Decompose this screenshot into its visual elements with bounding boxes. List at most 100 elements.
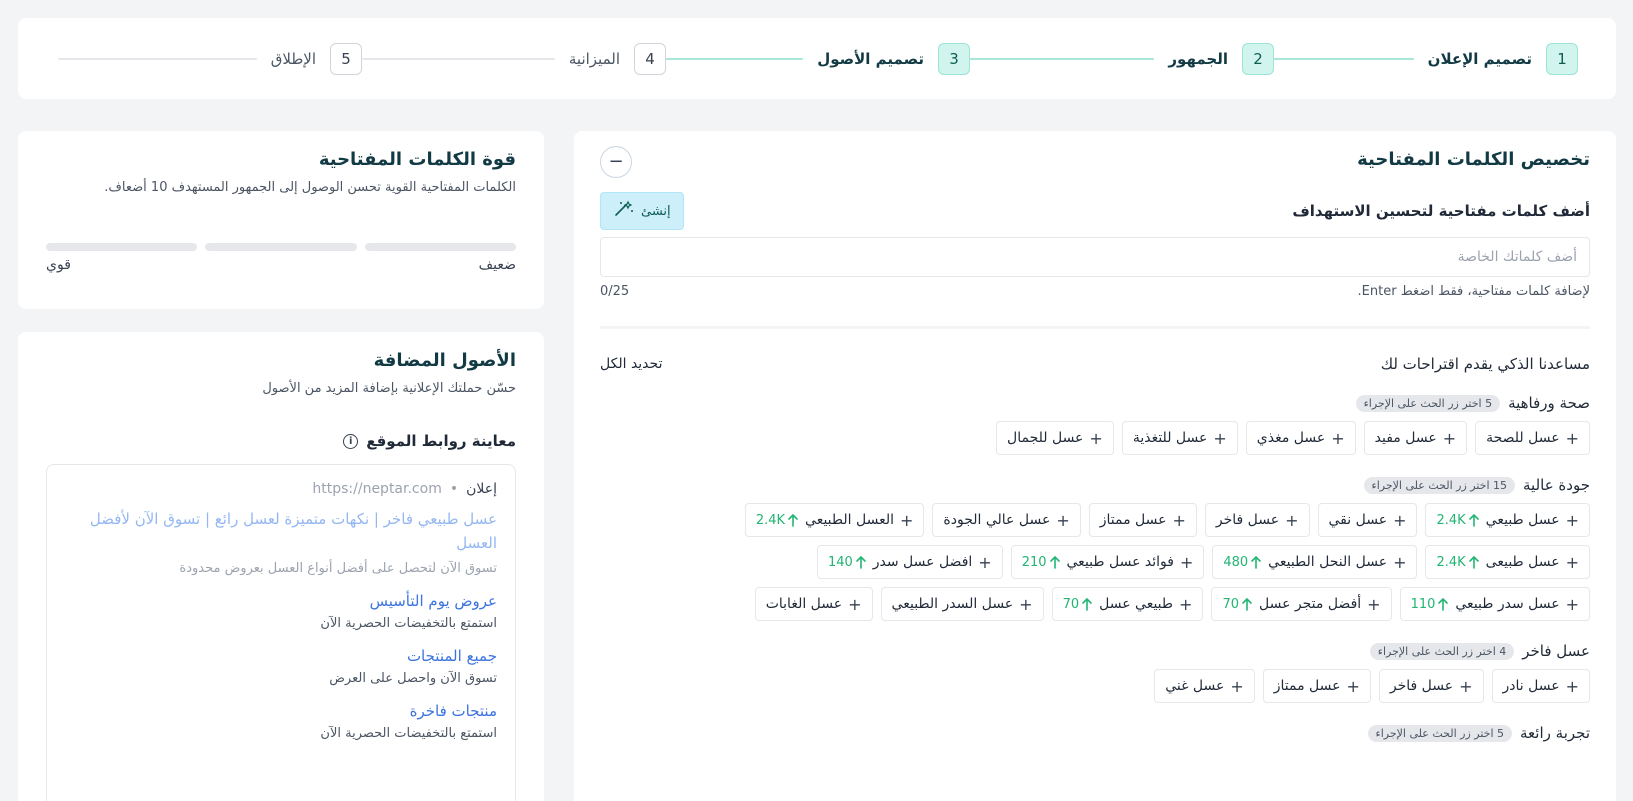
keyword-chip[interactable]: + العسل الطبيعي 2.4K — [744, 503, 925, 537]
keyword-chip[interactable]: + فوائد عسل طبيعي 210 — [1010, 545, 1205, 579]
sitelink-title[interactable]: عروض يوم التأسيس — [65, 592, 497, 610]
chip-list: + عسل للصحة + عسل مفيد + عسل مغذي + عسل … — [720, 421, 1590, 455]
trend-indicator: 210 — [1022, 555, 1061, 570]
group-name: جودة عالية — [1523, 476, 1590, 494]
create-button-label: إنشئ — [641, 203, 671, 219]
keyword-strength-card: قوة الكلمات المفتاحية الكلمات المفتاحية … — [18, 131, 544, 309]
keyword-chip[interactable]: + عسل ممتاز — [1088, 503, 1197, 537]
suggestion-group: صحة ورفاهية 5 اختر زر الحث على الإجراء +… — [600, 394, 1590, 455]
keyword-chip[interactable]: + عسل النحل الطبيعي 480 — [1212, 545, 1418, 579]
ad-url: https://neptar.com — [312, 481, 442, 497]
keyword-chip[interactable]: + عسل للصحة — [1475, 421, 1590, 455]
stepper: 1 تصميم الإعلان 2 الجمهور 3 تصميم الأصول… — [18, 18, 1616, 99]
chip-label: عسل النحل الطبيعي — [1268, 554, 1388, 570]
keyword-chip[interactable]: + عسل سدر طبيعي 110 — [1399, 587, 1590, 621]
sitelink-title[interactable]: جميع المنتجات — [65, 647, 497, 665]
chip-label: عسل نادر — [1502, 678, 1560, 694]
keyword-chip[interactable]: + عسل نادر — [1491, 669, 1590, 703]
trend-indicator: 70 — [1063, 597, 1094, 612]
strength-segment — [46, 243, 198, 251]
keyword-chip[interactable]: + عسل طبيعى 2.4K — [1425, 545, 1590, 579]
chip-list: + عسل طبيعي 2.4K + عسل نقي + عسل فاخر + … — [720, 503, 1590, 621]
keywords-hint: لإضافة كلمات مفتاحية، فقط اضغط Enter. — [1357, 284, 1590, 299]
keyword-chip[interactable]: + عسل ممتاز — [1262, 669, 1371, 703]
ai-create-button[interactable]: إنشئ — [600, 192, 684, 230]
ad-description: تسوق الآن لتحصل على أفضل أنواع العسل بعر… — [179, 561, 497, 576]
step-connector — [666, 57, 804, 60]
keyword-chip[interactable]: + عسل مفيد — [1363, 421, 1468, 455]
info-icon[interactable]: i — [343, 433, 359, 449]
step-label: تصميم الإعلان — [1427, 49, 1532, 68]
trend-value: 2.4K — [1436, 512, 1466, 528]
ad-tag: إعلان — [466, 481, 497, 497]
trend-indicator: 110 — [1411, 597, 1450, 612]
trend-indicator: 140 — [828, 555, 867, 570]
sitelink-title[interactable]: منتجات فاخرة — [65, 702, 497, 720]
step-2[interactable]: 2 الجمهور — [970, 42, 1274, 75]
arrow-up-icon — [1242, 597, 1252, 611]
trend-indicator: 2.4K — [756, 513, 799, 528]
chip-label: عسل غني — [1165, 678, 1225, 694]
sitelink: جميع المنتجات تسوق الآن واحصل على العرض — [65, 647, 497, 686]
step-number: 2 — [1242, 42, 1274, 75]
plus-icon: + — [1019, 594, 1033, 614]
keyword-chip[interactable]: + طبيعي عسل 70 — [1051, 587, 1204, 621]
plus-icon: + — [848, 594, 862, 614]
strength-segment — [364, 243, 516, 251]
select-all-button[interactable]: تحديد الكل — [600, 356, 662, 372]
step-1[interactable]: 1 تصميم الإعلان — [1274, 42, 1578, 75]
keyword-chip[interactable]: + عسل الغابات — [754, 587, 873, 621]
step-4[interactable]: 4 الميزانية — [362, 42, 666, 75]
keyword-chip[interactable]: + افضل عسل سدر 140 — [816, 545, 1003, 579]
keyword-chip[interactable]: + عسل طبيعي 2.4K — [1425, 503, 1590, 537]
plus-icon: + — [1172, 510, 1186, 530]
plus-icon: + — [900, 510, 914, 530]
keyword-chip[interactable]: + عسل عالي الجودة — [932, 503, 1081, 537]
step-5[interactable]: 5 الإطلاق — [58, 42, 362, 75]
plus-icon: + — [1565, 510, 1579, 530]
keyword-chip[interactable]: + عسل غني — [1154, 669, 1255, 703]
keyword-chip[interactable]: + عسل فاخر — [1378, 669, 1484, 703]
keywords-input[interactable]: أضف كلماتك الخاصة — [600, 237, 1590, 277]
strength-title: قوة الكلمات المفتاحية — [318, 149, 516, 170]
chip-label: عسل طبيعي — [1485, 512, 1560, 528]
strength-segment — [205, 243, 357, 251]
step-3[interactable]: 3 تصميم الأصول — [666, 42, 970, 75]
chip-label: عسل الغابات — [765, 596, 843, 612]
group-name: صحة ورفاهية — [1508, 394, 1590, 412]
keyword-chip[interactable]: + عسل السدر الطبيعي — [880, 587, 1044, 621]
trend-value: 110 — [1410, 596, 1436, 612]
chip-label: طبيعي عسل — [1099, 596, 1174, 612]
group-badge: 5 اختر زر الحث على الإجراء — [1367, 724, 1513, 742]
chip-label: عسل ممتاز — [1273, 678, 1341, 694]
strength-meter — [46, 243, 516, 251]
keyword-chip[interactable]: + عسل للتغذية — [1121, 421, 1238, 455]
plus-icon: + — [1442, 428, 1457, 448]
keyword-chip[interactable]: + أفضل متجر عسل 70 — [1211, 587, 1392, 621]
sitelinks-preview: إعلان • https://neptar.com عسل طبيعي فاخ… — [46, 464, 516, 801]
chip-list: + عسل نادر + عسل فاخر + عسل ممتاز + عسل … — [720, 669, 1590, 703]
assets-title: الأصول المضافة — [373, 350, 516, 371]
plus-icon: + — [1056, 510, 1070, 530]
chip-label: عسل السدر الطبيعي — [891, 596, 1014, 612]
arrow-up-icon — [1049, 555, 1060, 569]
keyword-chip[interactable]: + عسل مغذي — [1245, 421, 1356, 455]
plus-icon: + — [1393, 510, 1407, 530]
ad-headline[interactable]: عسل طبيعي فاخر | نكهات متميزة لعسل رائع … — [65, 507, 497, 555]
chip-label: عسل فاخر — [1389, 678, 1454, 694]
plus-icon: + — [1565, 552, 1579, 572]
keyword-chip[interactable]: + عسل نقي — [1317, 503, 1418, 537]
added-assets-card: الأصول المضافة حسّن حملتك الإعلانية بإضا… — [18, 332, 544, 801]
step-number: 5 — [330, 42, 362, 75]
collapse-button[interactable]: − — [600, 146, 632, 178]
keyword-chip[interactable]: + عسل فاخر — [1204, 503, 1310, 537]
arrow-up-icon — [1468, 513, 1479, 527]
plus-icon: + — [1459, 676, 1473, 696]
chip-label: عسل فاخر — [1215, 512, 1280, 528]
trend-value: 140 — [827, 554, 853, 570]
trend-value: 210 — [1021, 554, 1047, 570]
chip-label: عسل ممتاز — [1099, 512, 1167, 528]
step-connector — [1274, 57, 1414, 60]
keyword-chip[interactable]: + عسل للجمال — [996, 421, 1114, 455]
dot-separator: • — [449, 481, 459, 497]
